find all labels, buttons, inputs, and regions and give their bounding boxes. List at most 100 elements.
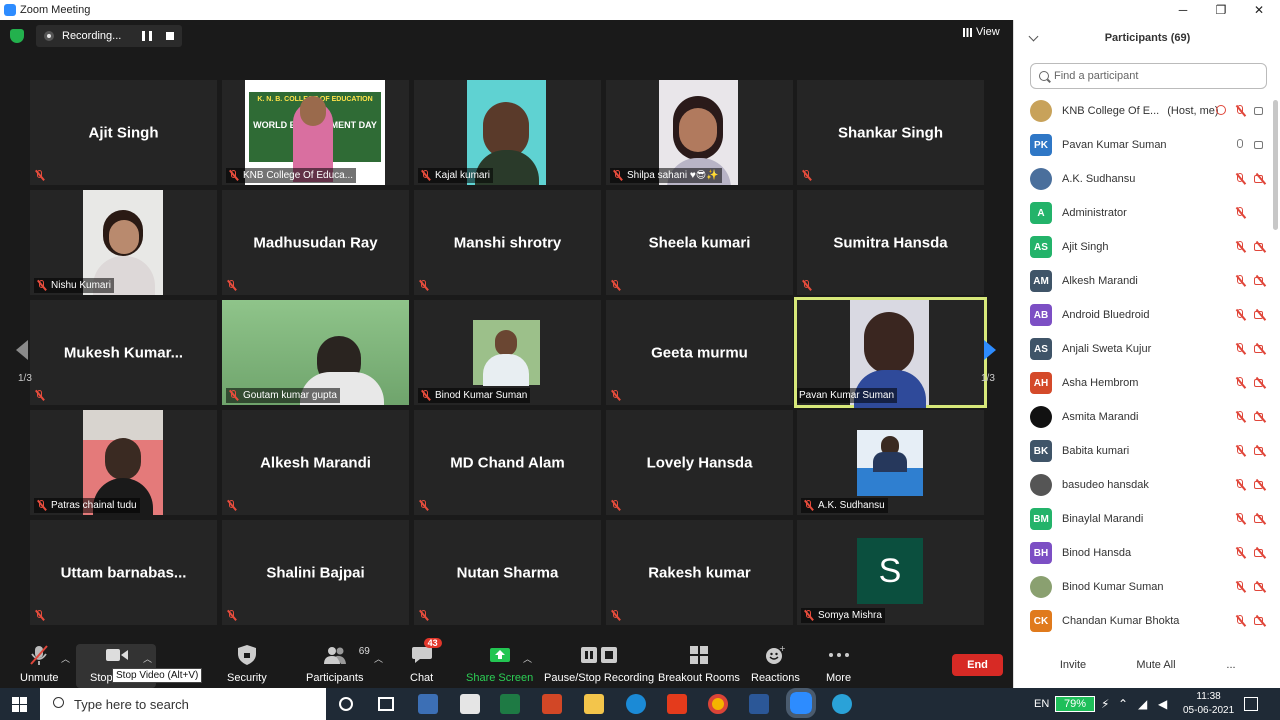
participant-row[interactable]: PK Pavan Kumar Suman	[1014, 128, 1272, 162]
reactions-button[interactable]: + Reactions	[751, 644, 800, 684]
network-icon[interactable]: ◢	[1138, 688, 1147, 720]
maximize-button[interactable]: ❐	[1202, 0, 1240, 20]
pause-recording-icon[interactable]	[142, 31, 152, 41]
encryption-shield-icon[interactable]	[10, 29, 24, 43]
mic-muted-icon[interactable]	[1234, 513, 1246, 525]
volume-icon[interactable]: ◀	[1158, 688, 1167, 720]
participant-row[interactable]: CK Chandan Kumar Bhokta	[1014, 604, 1272, 638]
video-off-icon[interactable]	[1254, 445, 1268, 457]
chrome-icon[interactable]	[708, 694, 728, 714]
mic-muted-icon[interactable]	[1234, 207, 1246, 219]
video-tile[interactable]: Patras chainal tudu	[30, 410, 217, 515]
active-speaker-tile[interactable]: Pavan Kumar Suman	[794, 297, 987, 408]
video-tile[interactable]: Shilpa sahani ♥😎✨	[606, 80, 793, 185]
participant-row[interactable]: BH Binod Hansda	[1014, 536, 1272, 570]
video-tile[interactable]: Madhusudan Ray	[222, 190, 409, 295]
video-tile[interactable]: Mukesh Kumar...	[30, 300, 217, 405]
tray-plug-icon[interactable]: ⚡	[1101, 688, 1109, 720]
tray-chevron-icon[interactable]: ⌃	[1118, 688, 1128, 720]
telegram-icon[interactable]	[832, 694, 852, 714]
taskbar-search-box[interactable]: Type here to search	[40, 688, 326, 720]
video-tile[interactable]: Ajit Singh	[30, 80, 217, 185]
mic-muted-icon[interactable]	[1234, 173, 1246, 185]
edge-browser-icon[interactable]	[626, 694, 646, 714]
cortana-icon[interactable]	[339, 697, 353, 711]
file-explorer-icon[interactable]	[584, 694, 604, 714]
video-off-icon[interactable]	[1254, 513, 1268, 525]
mic-muted-icon[interactable]	[1234, 615, 1246, 627]
participant-row[interactable]: Binod Kumar Suman	[1014, 570, 1272, 604]
presentation-app-icon[interactable]	[542, 694, 562, 714]
mic-muted-icon[interactable]	[1234, 309, 1246, 321]
mic-muted-icon[interactable]	[1234, 411, 1246, 423]
minimize-button[interactable]: ─	[1164, 0, 1202, 20]
mic-muted-icon[interactable]	[1234, 581, 1246, 593]
video-off-icon[interactable]	[1254, 581, 1268, 593]
security-button[interactable]: Security	[227, 644, 267, 684]
participant-row[interactable]: AH Asha Hembrom	[1014, 366, 1272, 400]
invite-button[interactable]: Invite	[1054, 654, 1092, 676]
video-off-icon[interactable]	[1254, 309, 1268, 321]
participant-row[interactable]: A.K. Sudhansu	[1014, 162, 1272, 196]
participant-row[interactable]: basudeo hansdak	[1014, 468, 1272, 502]
store-icon[interactable]	[460, 694, 480, 714]
video-tile[interactable]: Shankar Singh	[797, 80, 984, 185]
more-button[interactable]: More	[826, 644, 851, 684]
participants-button[interactable]: 69 Participants	[306, 644, 370, 684]
participants-scrollbar[interactable]	[1273, 100, 1278, 230]
video-tile[interactable]: Lovely Hansda	[606, 410, 793, 515]
video-off-icon[interactable]	[1254, 479, 1268, 491]
unmute-button[interactable]: Unmute	[20, 644, 59, 684]
video-tile[interactable]: A.K. Sudhansu	[797, 410, 984, 515]
video-off-icon[interactable]	[1254, 275, 1268, 287]
mute-all-button[interactable]: Mute All	[1132, 654, 1180, 676]
mic-muted-icon[interactable]	[1234, 547, 1246, 559]
video-tile[interactable]: S Somya Mishra	[797, 520, 984, 625]
end-meeting-button[interactable]: End	[952, 654, 1003, 676]
video-tile[interactable]: Goutam kumar gupta	[222, 300, 409, 405]
video-tile[interactable]: Alkesh Marandi	[222, 410, 409, 515]
mic-muted-icon[interactable]	[1234, 241, 1246, 253]
video-off-icon[interactable]	[1254, 173, 1268, 185]
participant-row[interactable]: KNB College Of E... (Host, me)	[1014, 94, 1272, 128]
video-off-icon[interactable]	[1254, 343, 1268, 355]
participant-row[interactable]: AS Ajit Singh	[1014, 230, 1272, 264]
video-tile[interactable]: MD Chand Alam	[414, 410, 601, 515]
mic-on-icon[interactable]	[1234, 139, 1246, 151]
participant-row[interactable]: AM Alkesh Marandi	[1014, 264, 1272, 298]
video-tile[interactable]: Manshi shrotry	[414, 190, 601, 295]
pause-stop-recording-button[interactable]: Pause/Stop Recording	[544, 644, 654, 684]
close-button[interactable]: ✕	[1240, 0, 1278, 20]
participant-row[interactable]: AS Anjali Sweta Kujur	[1014, 332, 1272, 366]
participant-row[interactable]: Asmita Marandi	[1014, 400, 1272, 434]
breakout-rooms-button[interactable]: Breakout Rooms	[658, 644, 740, 684]
video-tile[interactable]: Sumitra Hansda	[797, 190, 984, 295]
panel-more-button[interactable]: ...	[1221, 654, 1241, 676]
word-icon[interactable]	[749, 694, 769, 714]
video-tile[interactable]: Sheela kumari	[606, 190, 793, 295]
notifications-icon[interactable]	[1244, 697, 1258, 711]
video-tile[interactable]: Kajal kumari	[414, 80, 601, 185]
video-tile[interactable]: Binod Kumar Suman	[414, 300, 601, 405]
taskbar-clock[interactable]: 11:38 05-06-2021	[1183, 690, 1234, 718]
video-off-icon[interactable]	[1254, 615, 1268, 627]
video-tile[interactable]: Shalini Bajpai	[222, 520, 409, 625]
mic-muted-icon[interactable]	[1234, 275, 1246, 287]
view-button[interactable]: View	[963, 26, 1000, 38]
language-indicator[interactable]: EN	[1034, 688, 1049, 720]
audio-options-caret-icon[interactable]: ︿	[61, 652, 70, 665]
video-tile[interactable]: K. N. B. COLLEGE OF EDUCATION WORLD ENVI…	[222, 80, 409, 185]
task-view-icon[interactable]	[378, 697, 394, 711]
mic-muted-icon[interactable]	[1234, 445, 1246, 457]
video-tile[interactable]: Rakesh kumar	[606, 520, 793, 625]
video-off-icon[interactable]	[1254, 411, 1268, 423]
collapse-chevron-icon[interactable]	[1028, 31, 1039, 42]
windows-start-icon[interactable]	[12, 697, 27, 712]
video-options-caret-icon[interactable]: ︿	[143, 652, 152, 665]
excel-icon[interactable]	[500, 694, 520, 714]
video-tile[interactable]: Uttam barnabas...	[30, 520, 217, 625]
taskbar-app-icon[interactable]	[418, 694, 438, 714]
stop-recording-icon[interactable]	[166, 32, 174, 40]
participant-row[interactable]: BM Binaylal Marandi	[1014, 502, 1272, 536]
office-icon[interactable]	[667, 694, 687, 714]
